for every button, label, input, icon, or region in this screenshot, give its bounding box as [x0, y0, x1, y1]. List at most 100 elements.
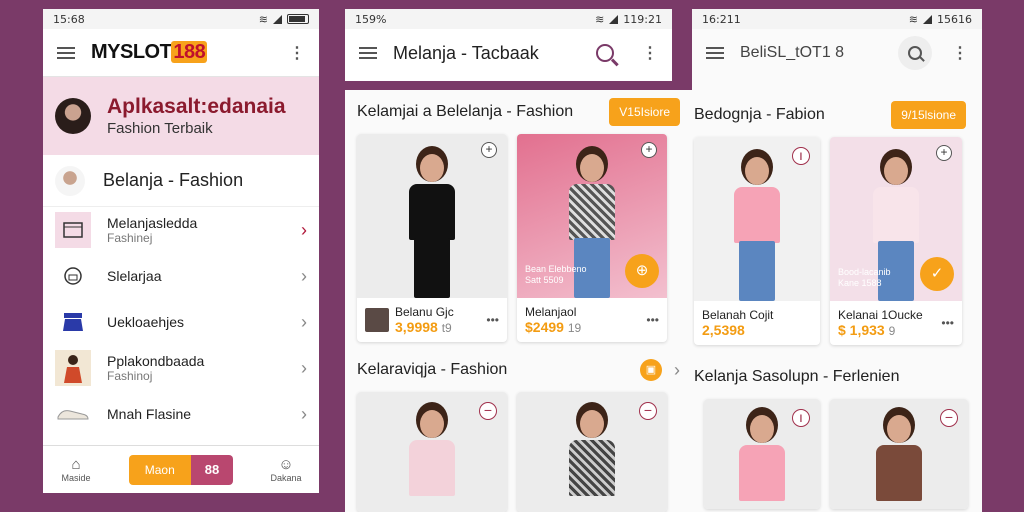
section-header: Kelaraviqja - Fashion ▣ › — [345, 348, 692, 392]
status-time: 159% — [355, 12, 387, 26]
nav-pill[interactable]: Maon 88 — [128, 454, 234, 485]
status-bar: 16:211 ≋ 15616 — [692, 9, 982, 29]
remove-icon[interactable]: − — [639, 402, 657, 420]
search-icon[interactable] — [898, 36, 932, 70]
product-card[interactable]: ı Belanah Cojit 2,5398 — [694, 137, 820, 345]
add-icon[interactable]: + — [481, 142, 497, 158]
page-title: Melanja - Tacbaak — [393, 42, 539, 63]
product-card[interactable]: + Belanu Gjc 3,9998 t9 ••• — [357, 134, 507, 342]
filter-icon[interactable]: ▣ — [640, 359, 662, 381]
app-bar: BeliSL_tOT1 8 ⋮ — [692, 29, 982, 77]
status-time: 15:68 — [53, 12, 85, 26]
product-image: − — [357, 392, 507, 512]
menu-item[interactable]: Slelarjaa › — [43, 253, 319, 299]
drawer-subtitle: Fashion Terbaik — [107, 120, 213, 138]
cart-icon[interactable]: ✓ — [920, 257, 954, 291]
signal-icon — [923, 14, 932, 24]
chevron-right-icon: › — [301, 403, 307, 424]
view-all-button[interactable]: V15Isiore — [609, 98, 680, 126]
menu-icon[interactable] — [706, 47, 724, 59]
section-title: Bedognja - Fabion — [694, 106, 825, 123]
status-clock: 15616 — [937, 12, 972, 26]
view-all-button[interactable]: 9/15lsione — [891, 101, 966, 129]
product-image: + Bean Elebbeno Satt 5509 ⊕ — [517, 134, 667, 298]
product-name: Belanah Cojit — [702, 308, 774, 322]
remove-icon[interactable]: − — [479, 402, 497, 420]
menu-item[interactable]: Pplakondbaada Fashinoj › — [43, 345, 319, 391]
signal-icon — [273, 14, 282, 24]
avatar — [55, 98, 91, 134]
remove-icon[interactable]: ı — [792, 147, 810, 165]
price-suffix: 9 — [888, 324, 896, 338]
nav-pill-secondary[interactable]: 88 — [190, 454, 234, 485]
section-header: Kelamjai a Belelanja - Fashion V15Isiore — [345, 90, 692, 134]
product-price: 2,5398 — [702, 322, 745, 338]
product-image: + Bood-lacanib Kane 1588 ✓ — [830, 137, 962, 301]
status-bar: 159% ≋ 119:21 — [345, 9, 672, 29]
section-header: Kelanja Sasolupn - Ferlenien — [692, 355, 982, 399]
menu-item-label: Pplakondbaada — [107, 353, 205, 369]
product-card[interactable]: − — [830, 399, 968, 509]
more-icon[interactable]: ⋮ — [642, 43, 658, 63]
product-card[interactable]: + Bood-lacanib Kane 1588 ✓ Kelanai 1Ouck… — [830, 137, 962, 345]
cart-icon[interactable]: ⊕ — [625, 254, 659, 288]
logo-text: MYSLOT — [91, 41, 172, 63]
nav-pill-main[interactable]: Maon — [128, 454, 191, 485]
menu-icon[interactable] — [359, 47, 377, 59]
search-icon[interactable] — [596, 44, 614, 62]
wifi-icon: ≋ — [595, 12, 605, 26]
more-icon[interactable]: ⋮ — [952, 43, 968, 63]
home-icon: ⌂ — [71, 456, 81, 473]
product-image: − — [830, 399, 968, 509]
product-name: Belanu Gjc — [395, 305, 454, 319]
add-icon[interactable]: + — [641, 142, 657, 158]
product-card[interactable]: + Bean Elebbeno Satt 5509 ⊕ Melanjaol $24… — [517, 134, 667, 342]
menu-item[interactable]: Mnah Flasine › — [43, 391, 319, 437]
product-card[interactable]: − — [517, 392, 667, 512]
product-card[interactable]: − — [357, 392, 507, 512]
section-title: Kelanja Sasolupn - Ferlenien — [694, 368, 900, 385]
menu-item[interactable]: Uekloaehjes › — [43, 299, 319, 345]
promo-overlay: Bean Elebbeno Satt 5509 — [525, 264, 587, 286]
menu-item-label: Mnah Flasine — [107, 406, 192, 422]
nav-home[interactable]: ⌂ Maside — [51, 456, 101, 483]
drawer-item-fashion[interactable]: Belanja - Fashion — [43, 155, 319, 207]
remove-icon[interactable]: − — [940, 409, 958, 427]
user-icon: ☺ — [278, 456, 294, 473]
section-title: Kelamjai a Belelanja - Fashion — [357, 103, 574, 120]
thumbnail — [365, 308, 389, 332]
more-icon[interactable]: ••• — [646, 313, 659, 327]
wifi-icon: ≋ — [908, 12, 918, 26]
product-price: $ 1,933 — [838, 322, 885, 338]
product-image: ı — [694, 137, 820, 301]
drawer-screen: 15:68 ≋ MYSLOT 188 ⋮ Aplkasalt:edanaia Fa… — [43, 9, 319, 493]
chevron-right-icon[interactable]: › — [674, 360, 680, 381]
app-bar: Melanja - Tacbaak ⋮ — [345, 29, 672, 77]
middle-header: 159% ≋ 119:21 Melanja - Tacbaak ⋮ — [345, 9, 672, 81]
price-suffix: t9 — [441, 321, 452, 335]
product-name: Melanjaol — [525, 305, 577, 319]
product-image: − — [517, 392, 667, 512]
product-image: ı — [704, 399, 820, 509]
avatar — [55, 165, 85, 196]
menu-item-sub: Fashinoj — [107, 369, 153, 383]
chevron-right-icon: › — [301, 357, 307, 378]
menu-item[interactable]: Melanjasledda Fashinej › — [43, 207, 319, 253]
drawer-item-label: Belanja - Fashion — [103, 170, 244, 190]
add-icon[interactable]: + — [936, 145, 952, 161]
product-price: $2499 — [525, 319, 564, 335]
lock-icon — [55, 258, 91, 294]
nav-profile[interactable]: ☺ Dakana — [261, 456, 311, 483]
chevron-right-icon: › — [301, 311, 307, 332]
shoe-icon — [55, 396, 91, 432]
product-card[interactable]: ı — [704, 399, 820, 509]
more-icon[interactable]: ••• — [941, 316, 954, 330]
chevron-right-icon: › — [301, 265, 307, 286]
product-image: + — [357, 134, 507, 298]
menu-icon[interactable] — [57, 46, 75, 59]
chevron-right-icon: › — [301, 219, 307, 240]
more-icon[interactable]: ⋮ — [289, 43, 305, 63]
middle-content: Kelamjai a Belelanja - Fashion V15Isiore… — [345, 90, 692, 512]
more-icon[interactable]: ••• — [486, 313, 499, 327]
price-suffix: 19 — [567, 321, 582, 335]
